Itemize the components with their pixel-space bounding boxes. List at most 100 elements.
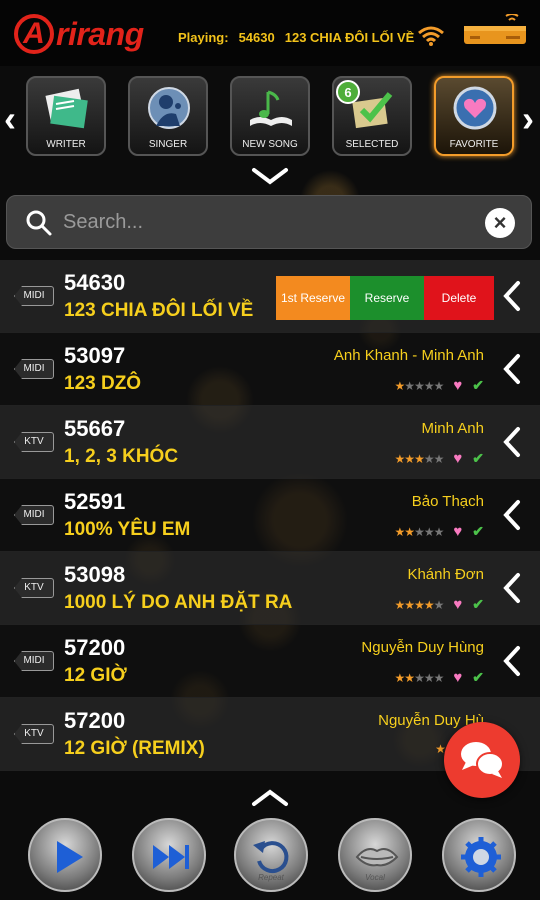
- song-title: 1000 LÝ DO ANH ĐẶT RA: [64, 592, 293, 613]
- row-actions: 1st Reserve Reserve Delete: [276, 276, 494, 320]
- category-writer[interactable]: WRITER: [26, 76, 106, 156]
- next-icon: [153, 845, 189, 869]
- scroll-right-icon[interactable]: ›: [522, 98, 534, 140]
- song-number: 53098: [64, 562, 126, 587]
- playback-controls: Repeat Vocal: [0, 812, 540, 900]
- song-number: 57200: [64, 708, 126, 733]
- karaoke-box-icon[interactable]: [462, 14, 528, 48]
- repeat-button[interactable]: Repeat: [234, 818, 308, 892]
- song-row[interactable]: MIDI 53097 123 DZÔ Anh Khanh - Minh Anh …: [0, 333, 540, 406]
- search-bar: ×: [6, 195, 532, 249]
- rating-stars: ★★★★★: [394, 451, 445, 466]
- song-title: 12 GIỜ: [64, 665, 127, 686]
- settings-icon: [461, 837, 501, 877]
- song-meta: ★★★★★ ♥ ✔: [395, 377, 484, 394]
- chevron-left-icon[interactable]: [502, 572, 522, 604]
- favorite-heart-icon[interactable]: ♥: [453, 377, 462, 394]
- star-icon: ★: [394, 378, 406, 393]
- now-playing: Playing: 54630 123 CHIA ĐÔI LỐI VỀ: [178, 30, 424, 45]
- star-icon: ★: [414, 524, 425, 539]
- logo-letter: A: [14, 14, 54, 54]
- song-meta: ★★★★★ ♥ ✔: [395, 669, 484, 686]
- check-icon[interactable]: ✔: [472, 596, 484, 613]
- song-meta: ★★★★★ ♥ ✔: [395, 523, 484, 540]
- chevron-left-icon[interactable]: [502, 499, 522, 531]
- chevron-up-icon[interactable]: [250, 788, 290, 808]
- star-icon: ★: [423, 524, 435, 539]
- song-type-tag: MIDI: [14, 651, 54, 671]
- star-icon: ★: [433, 670, 445, 685]
- rating-stars: ★★★★★: [394, 597, 445, 612]
- singer-icon: [148, 87, 190, 129]
- star-icon: ★: [433, 378, 445, 393]
- song-list: MIDI 54630 123 CHIA ĐÔI LỐI VỀ 1st Reser…: [0, 260, 540, 771]
- song-number: 57200: [64, 635, 126, 660]
- song-row[interactable]: MIDI 57200 12 GIỜ Nguyễn Duy Hùng ★★★★★ …: [0, 625, 540, 698]
- song-row[interactable]: KTV 55667 1, 2, 3 KHÓC Minh Anh ★★★★★ ♥ …: [0, 406, 540, 479]
- chevron-down-icon[interactable]: [250, 166, 290, 186]
- favorite-heart-icon[interactable]: ♥: [453, 669, 462, 686]
- rating-stars: ★★★★★: [395, 524, 445, 539]
- vocal-button[interactable]: Vocal: [338, 818, 412, 892]
- star-icon: ★: [414, 597, 425, 612]
- category-singer[interactable]: SINGER: [128, 76, 208, 156]
- delete-button[interactable]: Delete: [424, 276, 494, 320]
- check-icon[interactable]: ✔: [472, 377, 484, 394]
- favorite-icon: [453, 86, 497, 130]
- star-icon: ★: [394, 670, 406, 685]
- category-favorite[interactable]: FAVORITE: [434, 76, 514, 156]
- check-icon[interactable]: ✔: [472, 450, 484, 467]
- vocal-label: Vocal: [365, 873, 385, 882]
- logo-text: rirang: [56, 15, 144, 52]
- star-icon: ★: [404, 378, 415, 393]
- play-button[interactable]: [28, 818, 102, 892]
- star-icon: ★: [423, 378, 435, 393]
- song-singer: Minh Anh: [421, 420, 484, 437]
- favorite-heart-icon[interactable]: ♥: [453, 596, 462, 613]
- song-singer: Bảo Thạch: [411, 493, 484, 510]
- star-icon: ★: [414, 451, 425, 466]
- song-type-tag: MIDI: [14, 286, 54, 306]
- rating-stars: ★★★★★: [394, 378, 445, 393]
- check-icon[interactable]: ✔: [472, 523, 484, 540]
- first-reserve-button[interactable]: 1st Reserve: [276, 276, 350, 320]
- song-type-tag: MIDI: [14, 359, 54, 379]
- chevron-left-icon[interactable]: [502, 645, 522, 677]
- star-icon: ★: [394, 597, 406, 612]
- chevron-left-icon[interactable]: [502, 280, 522, 312]
- scroll-left-icon[interactable]: ‹: [4, 98, 16, 140]
- song-title: 100% YÊU EM: [64, 519, 191, 540]
- category-selected[interactable]: 6 SELECTED: [332, 76, 412, 156]
- search-input[interactable]: [63, 206, 463, 238]
- chat-icon: [461, 742, 504, 778]
- arirang-logo: A rirang: [14, 12, 144, 56]
- settings-button[interactable]: [442, 818, 516, 892]
- category-label: FAVORITE: [449, 139, 499, 150]
- playing-title: 123 CHIA ĐÔI LỐI VỀ: [284, 30, 415, 45]
- song-row[interactable]: MIDI 52591 100% YÊU EM Bảo Thạch ★★★★★ ♥…: [0, 479, 540, 552]
- favorite-heart-icon[interactable]: ♥: [453, 450, 462, 467]
- chevron-left-icon[interactable]: [502, 426, 522, 458]
- wifi-icon: [418, 26, 444, 46]
- song-title: 1, 2, 3 KHÓC: [64, 446, 179, 467]
- new-song-icon: [250, 90, 292, 126]
- star-icon: ★: [423, 597, 435, 612]
- star-icon: ★: [394, 451, 406, 466]
- favorite-heart-icon[interactable]: ♥: [453, 523, 462, 540]
- search-icon: [26, 210, 52, 236]
- category-new-song[interactable]: NEW SONG: [230, 76, 310, 156]
- chat-button[interactable]: [444, 722, 520, 798]
- star-icon: ★: [414, 378, 425, 393]
- song-type-tag: MIDI: [14, 505, 54, 525]
- reserve-button[interactable]: Reserve: [350, 276, 424, 320]
- song-row[interactable]: MIDI 54630 123 CHIA ĐÔI LỐI VỀ 1st Reser…: [0, 260, 540, 333]
- check-icon[interactable]: ✔: [472, 669, 484, 686]
- song-row[interactable]: KTV 53098 1000 LÝ DO ANH ĐẶT RA Khánh Đơ…: [0, 552, 540, 625]
- clear-search-button[interactable]: ×: [485, 208, 515, 238]
- song-number: 54630: [64, 270, 126, 295]
- song-singer: Anh Khanh - Minh Anh: [333, 347, 484, 364]
- song-number: 55667: [64, 416, 126, 441]
- playing-label: Playing:: [178, 30, 229, 45]
- chevron-left-icon[interactable]: [502, 353, 522, 385]
- next-button[interactable]: [132, 818, 206, 892]
